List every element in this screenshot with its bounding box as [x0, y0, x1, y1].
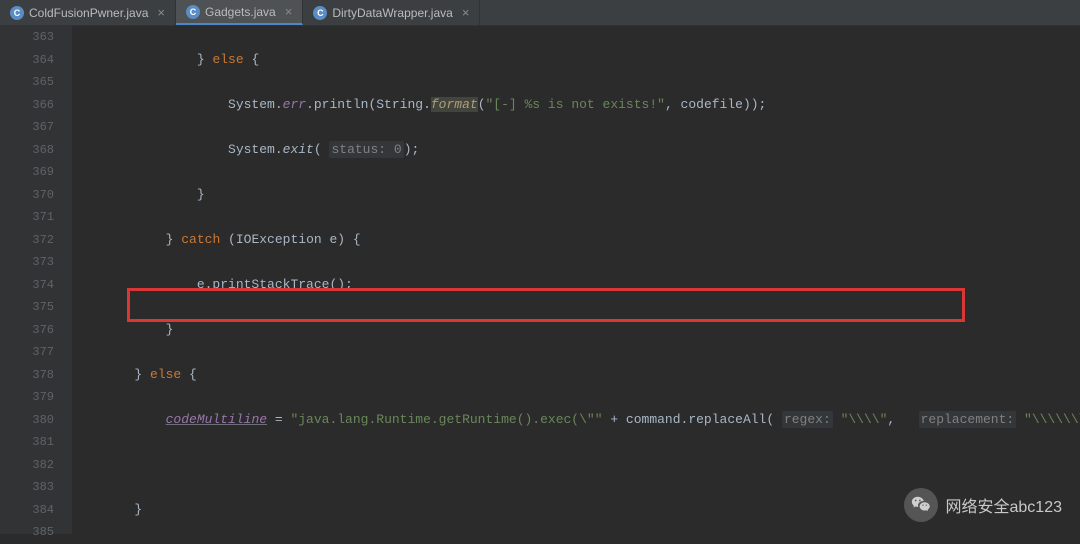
close-icon[interactable]: × — [157, 5, 165, 20]
class-icon: C — [186, 5, 200, 19]
tab-coldfusionpwner[interactable]: C ColdFusionPwner.java × — [0, 0, 176, 25]
tab-gadgets[interactable]: C Gadgets.java × — [176, 0, 303, 25]
class-icon: C — [313, 6, 327, 20]
tab-label: Gadgets.java — [205, 5, 276, 19]
class-icon: C — [10, 6, 24, 20]
tab-label: DirtyDataWrapper.java — [332, 6, 453, 20]
tab-dirtydatawrapper[interactable]: C DirtyDataWrapper.java × — [303, 0, 480, 25]
watermark: 网络安全abc123 — [904, 488, 1063, 522]
editor-tabs: C ColdFusionPwner.java × C Gadgets.java … — [0, 0, 1080, 26]
code-editor[interactable]: 3633643653663673683693703713723733743753… — [0, 26, 1080, 534]
tab-label: ColdFusionPwner.java — [29, 6, 148, 20]
wechat-icon — [904, 488, 938, 522]
line-gutter: 3633643653663673683693703713723733743753… — [0, 26, 72, 534]
watermark-text: 网络安全abc123 — [946, 493, 1063, 517]
close-icon[interactable]: × — [462, 5, 470, 20]
close-icon[interactable]: × — [285, 4, 293, 19]
code-area[interactable]: } else { System.err.println(String.forma… — [72, 26, 1080, 534]
